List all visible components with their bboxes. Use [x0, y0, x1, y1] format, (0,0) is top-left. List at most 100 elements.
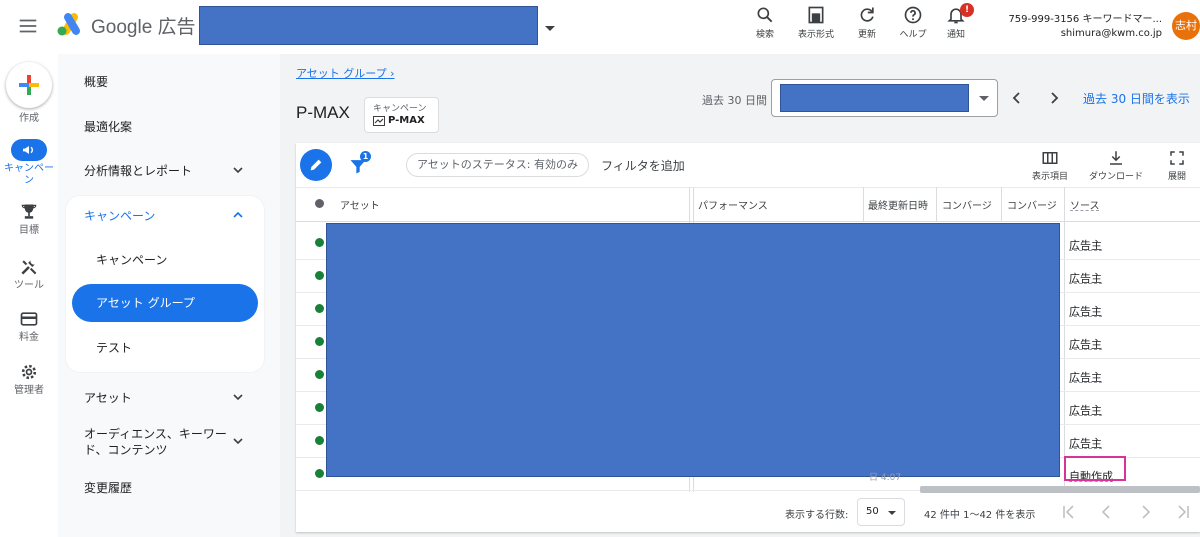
source-cell[interactable]: 広告主 [1069, 237, 1102, 253]
megaphone-icon [23, 146, 33, 154]
column-header-last-updated[interactable]: 最終更新日時 [868, 197, 934, 212]
nav-campaigns-group-label: キャンペーン [84, 209, 156, 223]
rail-item-goals[interactable]: 目標 [0, 202, 58, 237]
status-dot [315, 337, 324, 346]
refresh-button[interactable]: 更新 [842, 5, 892, 40]
plus-icon [19, 75, 39, 95]
appearance-label: 表示形式 [797, 30, 834, 40]
download-button[interactable]: ダウンロード [1089, 149, 1143, 182]
rows-per-page-value: 50 [866, 506, 879, 517]
top-app-bar: Google 広告 検索 表示形式 更新 ヘルプ ! 通知 759-999-31… [0, 0, 1200, 54]
nav-change-history[interactable]: 変更履歴 [72, 479, 262, 496]
status-column-dot [315, 199, 324, 208]
chevron-down-icon [233, 394, 243, 401]
status-filter-chip[interactable]: アセットのステータス: 有効のみ [406, 153, 589, 177]
chevron-right-icon[interactable] [1046, 90, 1062, 106]
source-cell[interactable]: 広告主 [1069, 303, 1102, 319]
chevron-down-icon [233, 167, 243, 174]
expand-label: 展開 [1168, 172, 1187, 182]
avatar[interactable]: 志村 [1172, 12, 1200, 40]
rail-label-tools: ツール [14, 280, 44, 291]
nav-experiments[interactable]: テスト [72, 339, 262, 356]
source-cell[interactable]: 広告主 [1069, 336, 1102, 352]
rail-item-billing[interactable]: 料金 [0, 309, 58, 344]
nav-asset-groups-label: アセット グループ [96, 296, 195, 310]
column-header-conversions-1[interactable]: コンバージ [942, 197, 998, 212]
source-cell[interactable]: 広告主 [1069, 435, 1102, 451]
column-header-conversions-2[interactable]: コンバージ [1007, 197, 1061, 212]
search-icon [755, 5, 775, 25]
nav-assets-label: アセット [84, 391, 132, 405]
filter-count-badge: 1 [360, 151, 371, 162]
previous-page-icon[interactable] [1098, 503, 1116, 521]
date-range-picker[interactable] [771, 79, 998, 117]
download-icon [1107, 149, 1125, 167]
status-dot [315, 469, 324, 478]
appearance-icon [806, 5, 826, 25]
expand-button[interactable]: 展開 [1168, 149, 1186, 182]
breadcrumb[interactable]: アセット グループ › [296, 65, 395, 81]
source-cell[interactable]: 広告主 [1069, 369, 1102, 385]
columns-button[interactable]: 表示項目 [1032, 149, 1068, 182]
source-cell[interactable]: 広告主 [1069, 402, 1102, 418]
nav-recommendations[interactable]: 最適化案 [72, 118, 262, 135]
tools-icon [19, 257, 39, 277]
account-selector-redacted[interactable] [199, 6, 538, 45]
rows-per-page-select[interactable]: 50 [857, 498, 905, 526]
refresh-label: 更新 [857, 30, 876, 40]
appearance-button[interactable]: 表示形式 [791, 5, 841, 40]
view-last-30-days-link[interactable]: 過去 30 日間を表示 [1083, 90, 1190, 107]
nav-overview[interactable]: 概要 [72, 73, 262, 90]
notifications-button[interactable]: ! 通知 [931, 3, 981, 40]
page-title: P-MAX [296, 103, 350, 122]
columns-label: 表示項目 [1032, 172, 1069, 182]
campaign-type-chip[interactable]: キャンペーン P-MAX [364, 97, 439, 133]
status-dot [315, 238, 324, 247]
nav-campaigns-group-header[interactable]: キャンペーン [72, 207, 262, 224]
trend-icon [373, 115, 385, 126]
rail-item-admin[interactable]: 管理者 [0, 362, 58, 397]
rail-label-goals: 目標 [19, 225, 39, 236]
pencil-icon [310, 159, 322, 171]
rail-item-campaigns[interactable]: キャンペーン [0, 139, 58, 187]
auto-created-highlight [1064, 456, 1126, 481]
fullscreen-icon [1168, 149, 1186, 167]
create-button[interactable] [6, 62, 52, 108]
columns-icon [1041, 149, 1059, 167]
add-filter-button[interactable]: フィルタを追加 [601, 157, 685, 174]
nav-campaigns[interactable]: キャンペーン [72, 251, 262, 268]
nav-insights-reports[interactable]: 分析情報とレポート [72, 162, 262, 179]
nav-audiences-keywords[interactable]: オーディエンス、キーワー ド、コンテンツ [72, 426, 262, 458]
column-header-asset[interactable]: アセット [340, 197, 640, 212]
source-cell[interactable]: 広告主 [1069, 270, 1102, 286]
rail-item-tools[interactable]: ツール [0, 257, 58, 292]
rail-label-campaigns: キャンペーン [4, 163, 54, 186]
google-ads-logo[interactable] [56, 11, 86, 37]
account-info[interactable]: 759-999-3156 キーワードマー... shimura@kwm.co.j… [1008, 13, 1162, 41]
menu-icon[interactable] [17, 15, 39, 37]
chevron-left-icon[interactable] [1009, 90, 1025, 106]
status-dot [315, 436, 324, 445]
create-label: 作成 [19, 113, 39, 124]
dropdown-caret-icon [979, 96, 989, 101]
search-button[interactable]: 検索 [740, 5, 790, 40]
chip-type-label: キャンペーン [373, 104, 427, 114]
horizontal-scrollbar[interactable] [920, 486, 1200, 493]
account-dropdown-caret-icon[interactable] [545, 26, 555, 31]
column-header-performance[interactable]: パフォーマンス [698, 197, 858, 212]
breadcrumb-asset-groups[interactable]: アセット グループ [296, 67, 387, 80]
next-page-icon[interactable] [1136, 503, 1154, 521]
edit-button[interactable] [300, 149, 332, 181]
trophy-icon [19, 202, 39, 222]
chevron-up-icon [233, 211, 243, 218]
help-icon [903, 5, 923, 25]
date-range-label: 過去 30 日間 [702, 94, 767, 107]
status-dot [315, 403, 324, 412]
column-header-source[interactable]: ソース [1070, 197, 1100, 212]
last-page-icon[interactable] [1174, 503, 1192, 521]
nav-asset-groups[interactable]: アセット グループ [72, 284, 258, 322]
status-dot [315, 304, 324, 313]
nav-assets[interactable]: アセット [72, 389, 262, 406]
first-page-icon[interactable] [1060, 503, 1078, 521]
account-id-name: 759-999-3156 キーワードマー... [1008, 14, 1162, 25]
